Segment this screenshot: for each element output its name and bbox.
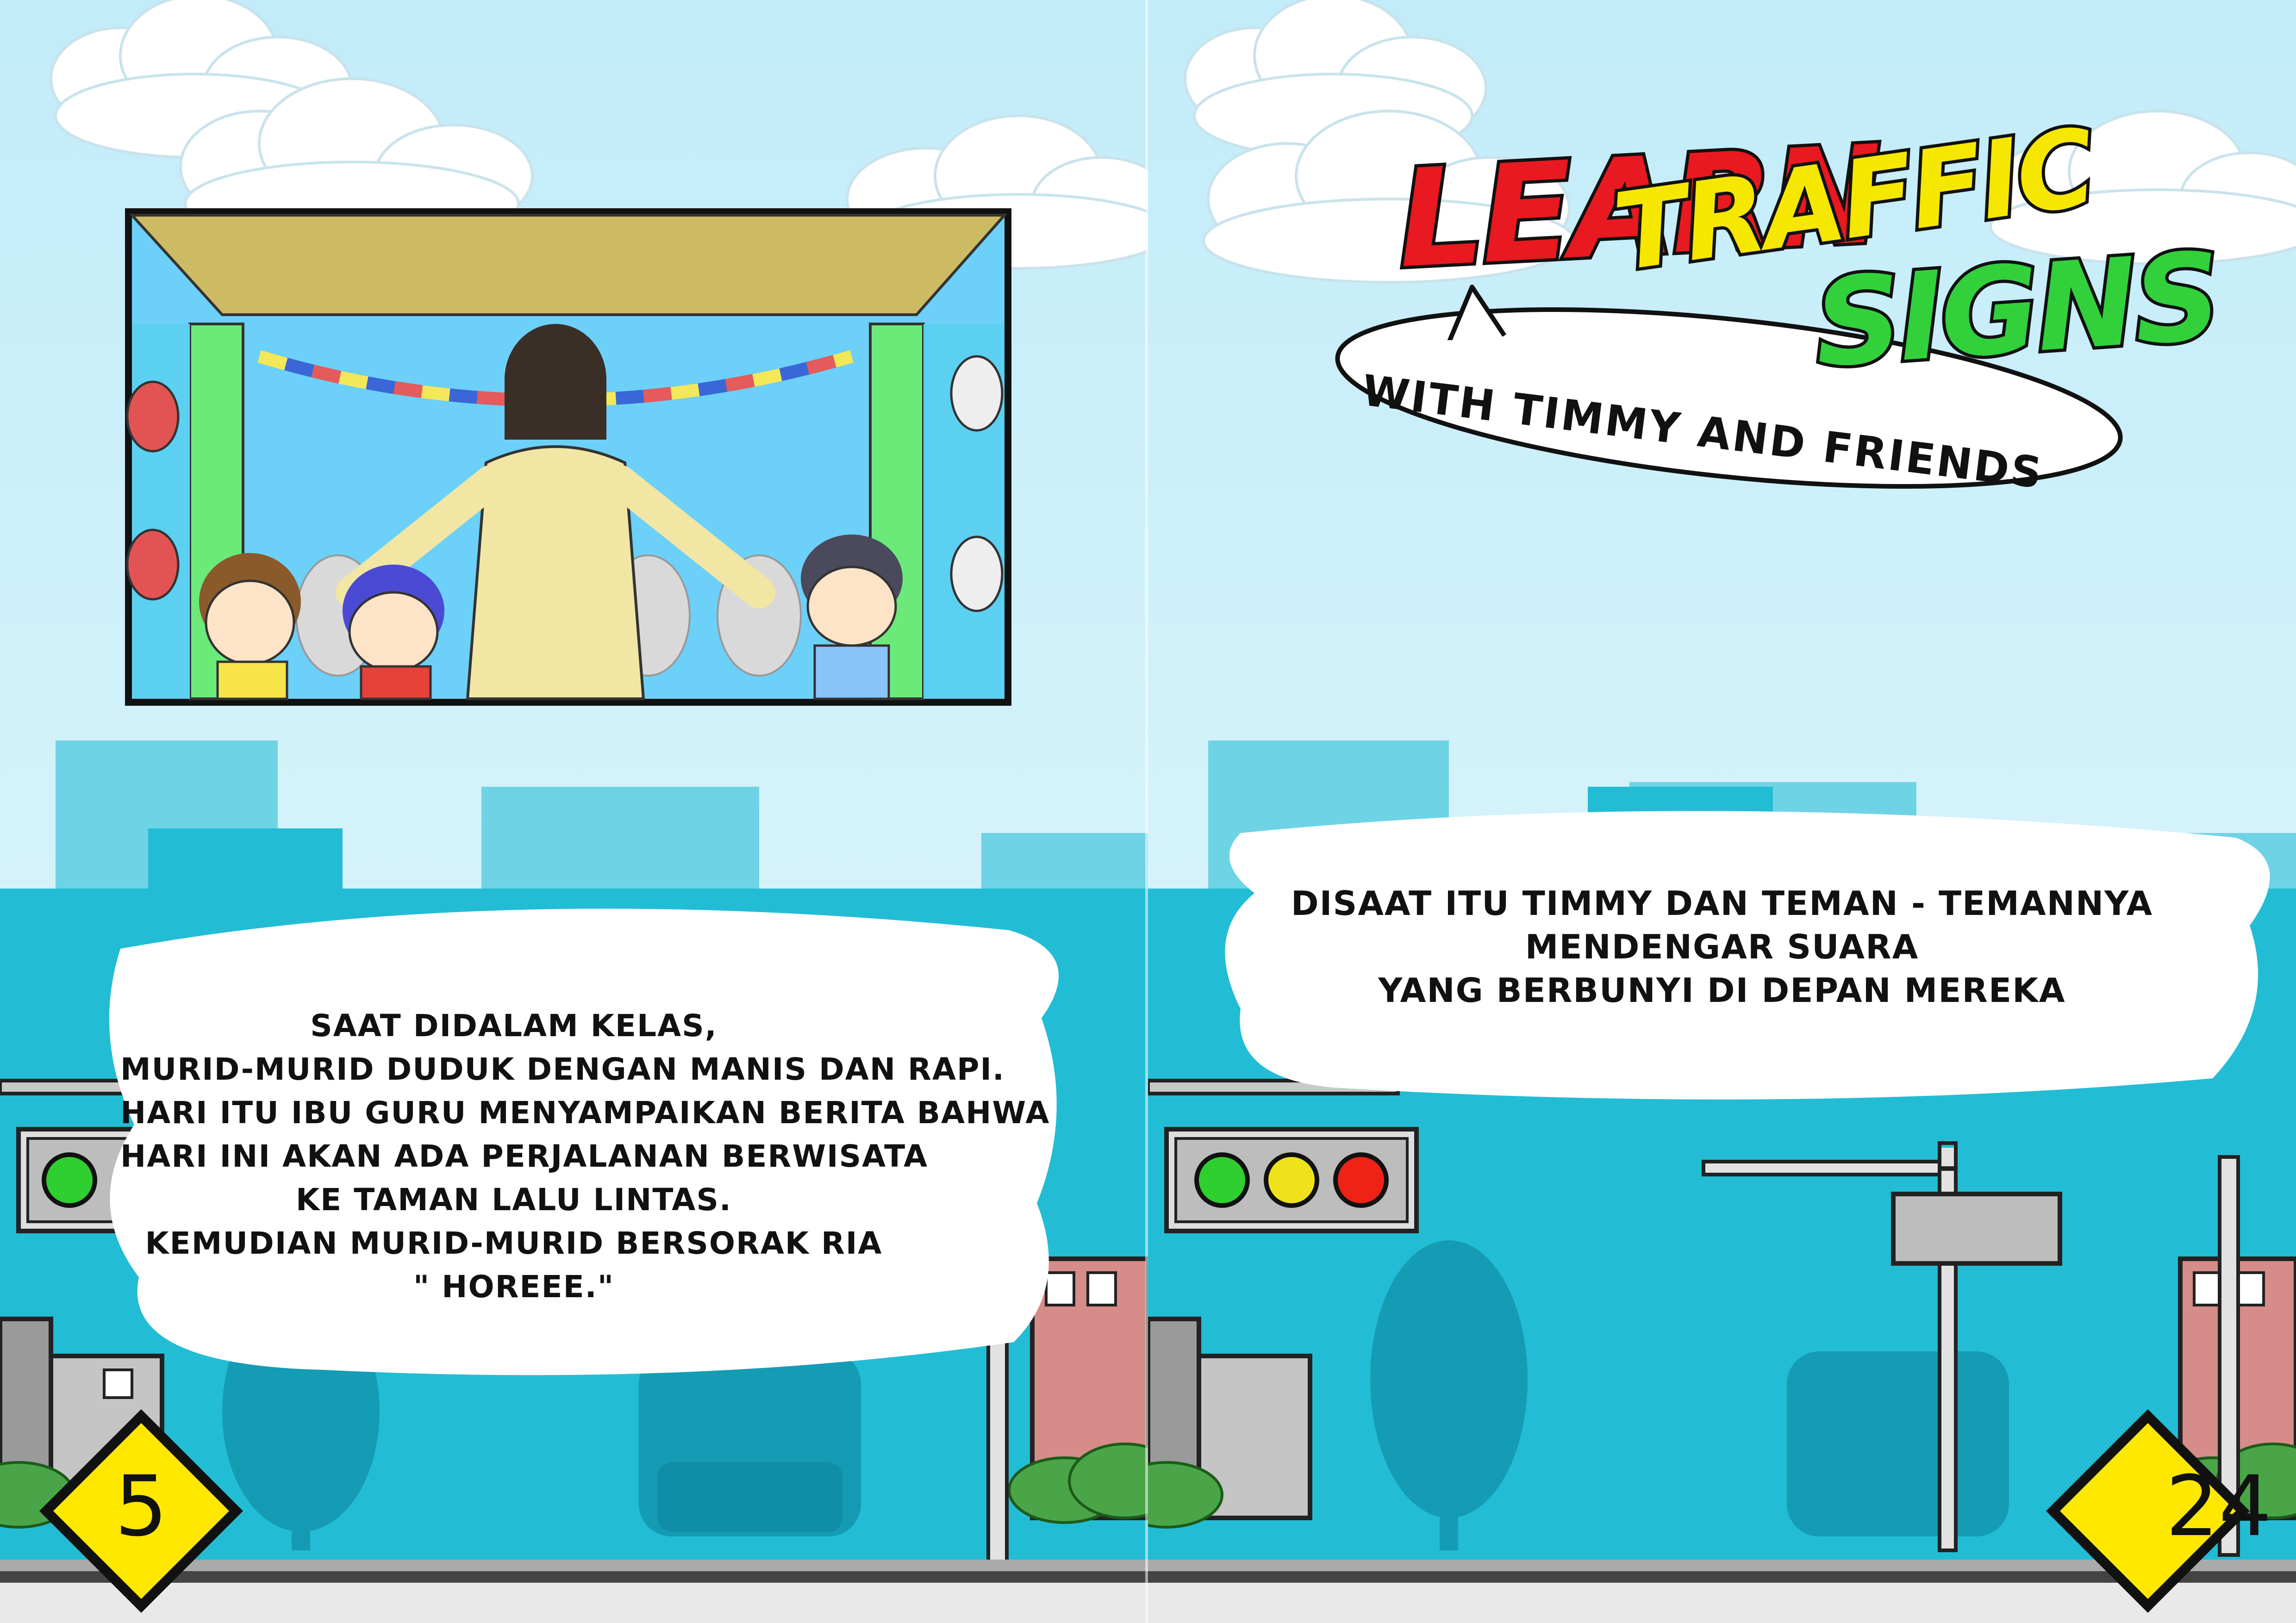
left-page-background — [0, 0, 1148, 1623]
story-text-left: SAAT DIDALAM KELAS, MURID-MURID DUDUK DE… — [120, 1004, 1050, 1309]
story-line: SAAT DIDALAM KELAS, — [310, 1008, 718, 1044]
page-number-right: 24 — [2165, 1458, 2272, 1555]
story-line: DISAAT ITU TIMMY DAN TEMAN - TEMANNYA — [1291, 884, 2153, 923]
left-page: SAAT DIDALAM KELAS, MURID-MURID DUDUK DE… — [0, 0, 1148, 1623]
story-line: HARI ITU IBU GURU MENYAMPAIKAN BERITA BA… — [120, 1095, 1050, 1131]
story-line: HARI INI AKAN ADA PERJALANAN BERWISATA — [120, 1138, 929, 1174]
right-page: LEARN TRAFFIC SIGNS WITH TIMMY AND FRIEN… — [1148, 0, 2296, 1623]
story-line: MENDENGAR SUARA — [1525, 927, 1919, 966]
page-number-left: 5 — [114, 1458, 168, 1555]
student-figure — [801, 535, 903, 700]
story-line: " HOREEE." — [413, 1269, 615, 1305]
story-line: YANG BERBUNYI DI DEPAN MEREKA — [1378, 971, 2066, 1010]
story-line: KEMUDIAN MURID-MURID BERSORAK RIA — [145, 1225, 883, 1261]
logo-word-signs: SIGNS — [1807, 224, 2226, 398]
comic-panel — [125, 208, 1011, 706]
story-line: MURID-MURID DUDUK DENGAN MANIS DAN RAPI. — [120, 1051, 1005, 1087]
story-text-right: DISAAT ITU TIMMY DAN TEMAN - TEMANNYA ME… — [1264, 882, 2180, 1012]
story-line: KE TAMAN LALU LINTAS. — [296, 1182, 732, 1218]
